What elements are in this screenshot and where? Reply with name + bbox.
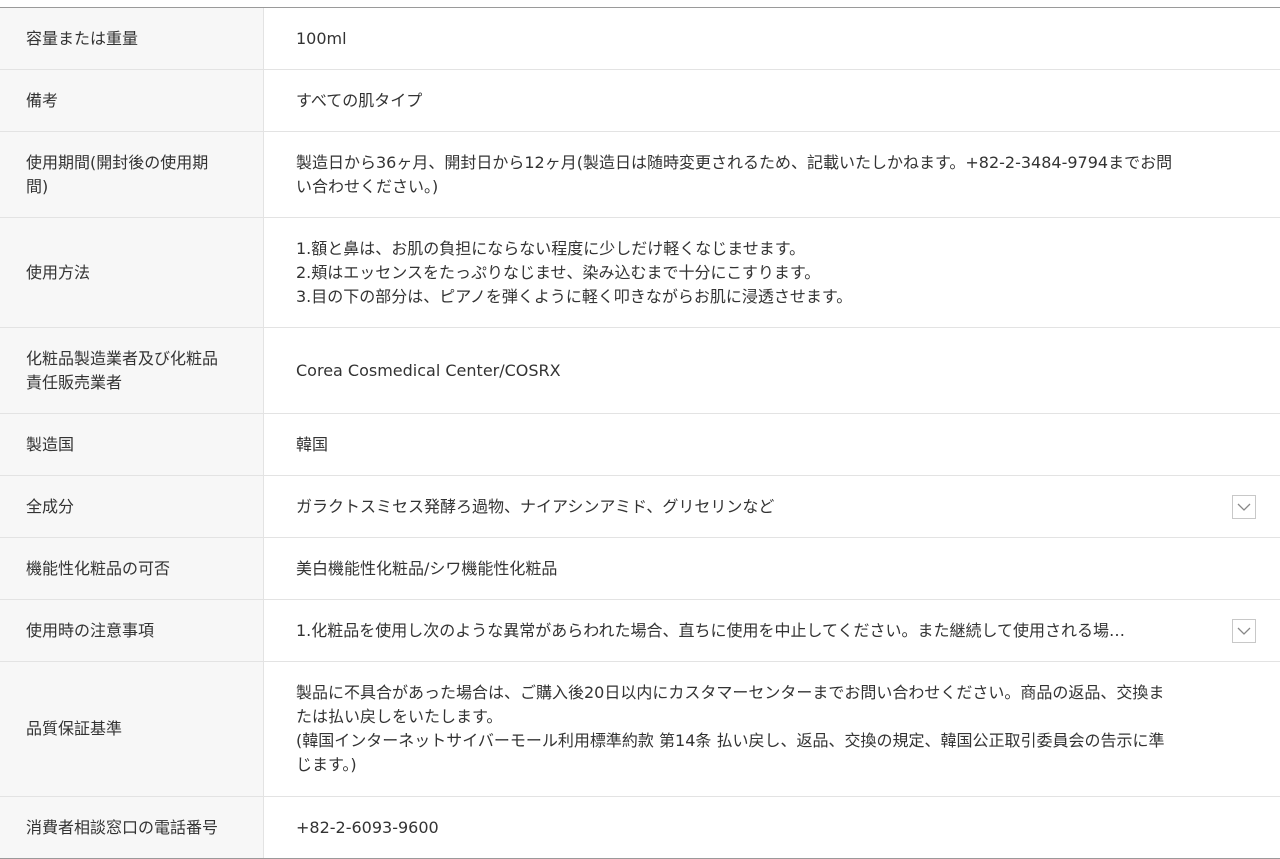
spec-value: 1.額と鼻は、お肌の負担にならない程度に少しだけ軽くなじませます。 2.頬はエッ… bbox=[296, 238, 853, 306]
spec-value: +82-2-6093-9600 bbox=[296, 817, 439, 837]
spec-row-manufacturer: 化粧品製造業者及び化粧品 責任販売業者 Corea Cosmedical Cen… bbox=[0, 328, 1280, 414]
spec-label: 使用時の注意事項 bbox=[0, 600, 264, 661]
spec-row-consumer-phone: 消費者相談窓口の電話番号 +82-2-6093-9600 bbox=[0, 797, 1280, 858]
chevron-down-icon bbox=[1237, 627, 1251, 635]
spec-label: 全成分 bbox=[0, 476, 264, 537]
spec-value-cell: 1.化粧品を使用し次のような異常があらわれた場合、直ちに使用を中止してください。… bbox=[264, 600, 1280, 661]
spec-value-cell: すべての肌タイプ bbox=[264, 70, 1280, 131]
spec-label: 備考 bbox=[0, 70, 264, 131]
spec-value-cell: 製造日から36ヶ月、開封日から12ヶ月(製造日は随時変更されるため、記載いたしか… bbox=[264, 132, 1280, 217]
spec-value-cell: 製品に不具合があった場合は、ご購入後20日以内にカスタマーセンターまでお問い合わ… bbox=[264, 662, 1280, 796]
spec-row-remarks: 備考 すべての肌タイプ bbox=[0, 70, 1280, 132]
spec-label: 容量または重量 bbox=[0, 8, 264, 69]
expand-toggle-button[interactable] bbox=[1232, 618, 1256, 643]
spec-value: ガラクトスミセス発酵ろ過物、ナイアシンアミド、グリセリンなど bbox=[296, 496, 775, 516]
spec-label: 化粧品製造業者及び化粧品 責任販売業者 bbox=[0, 328, 264, 413]
spec-value: すべての肌タイプ bbox=[296, 90, 423, 110]
spec-label: 品質保証基準 bbox=[0, 662, 264, 796]
spec-value-cell: 1.額と鼻は、お肌の負担にならない程度に少しだけ軽くなじませます。 2.頬はエッ… bbox=[264, 218, 1280, 327]
spec-value: 製造日から36ヶ月、開封日から12ヶ月(製造日は随時変更されるため、記載いたしか… bbox=[296, 152, 1173, 196]
spec-value-cell: ガラクトスミセス発酵ろ過物、ナイアシンアミド、グリセリンなど bbox=[264, 476, 1280, 537]
spec-row-usage-period: 使用期間(開封後の使用期 間) 製造日から36ヶ月、開封日から12ヶ月(製造日は… bbox=[0, 132, 1280, 218]
spec-row-functional: 機能性化粧品の可否 美白機能性化粧品/シワ機能性化粧品 bbox=[0, 538, 1280, 600]
spec-label: 消費者相談窓口の電話番号 bbox=[0, 797, 264, 858]
product-spec-table: 容量または重量 100ml 備考 すべての肌タイプ 使用期間(開封後の使用期 間… bbox=[0, 7, 1280, 859]
spec-label: 使用方法 bbox=[0, 218, 264, 327]
spec-value-cell: +82-2-6093-9600 bbox=[264, 797, 1280, 858]
chevron-down-icon bbox=[1237, 503, 1251, 511]
spec-row-country: 製造国 韓国 bbox=[0, 414, 1280, 476]
spec-label: 機能性化粧品の可否 bbox=[0, 538, 264, 599]
expand-toggle-button[interactable] bbox=[1232, 494, 1256, 519]
spec-value: 製品に不具合があった場合は、ご購入後20日以内にカスタマーセンターまでお問い合わ… bbox=[296, 683, 1165, 774]
spec-row-capacity: 容量または重量 100ml bbox=[0, 8, 1280, 70]
spec-label: 製造国 bbox=[0, 414, 264, 475]
spec-row-directions: 使用方法 1.額と鼻は、お肌の負担にならない程度に少しだけ軽くなじませます。 2… bbox=[0, 218, 1280, 328]
spec-row-quality-guarantee: 品質保証基準 製品に不具合があった場合は、ご購入後20日以内にカスタマーセンター… bbox=[0, 662, 1280, 797]
spec-value-cell: 美白機能性化粧品/シワ機能性化粧品 bbox=[264, 538, 1280, 599]
spec-value: Corea Cosmedical Center/COSRX bbox=[296, 360, 561, 380]
spec-value: 美白機能性化粧品/シワ機能性化粧品 bbox=[296, 558, 558, 578]
spec-value: 100ml bbox=[296, 28, 347, 48]
spec-row-precautions: 使用時の注意事項 1.化粧品を使用し次のような異常があらわれた場合、直ちに使用を… bbox=[0, 600, 1280, 662]
spec-value-cell: 100ml bbox=[264, 8, 1280, 69]
spec-value: 韓国 bbox=[296, 434, 329, 454]
spec-label: 使用期間(開封後の使用期 間) bbox=[0, 132, 264, 217]
spec-value-cell: 韓国 bbox=[264, 414, 1280, 475]
spec-value-cell: Corea Cosmedical Center/COSRX bbox=[264, 328, 1280, 413]
spec-value: 1.化粧品を使用し次のような異常があらわれた場合、直ちに使用を中止してください。… bbox=[296, 620, 1126, 640]
spec-row-ingredients: 全成分 ガラクトスミセス発酵ろ過物、ナイアシンアミド、グリセリンなど bbox=[0, 476, 1280, 538]
